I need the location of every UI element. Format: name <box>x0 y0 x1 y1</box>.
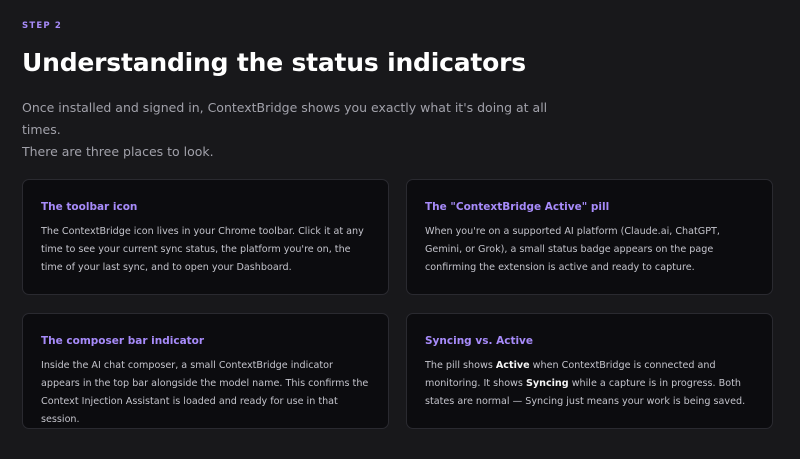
intro-line-2: There are three places to look. <box>22 144 214 159</box>
card-composer-indicator: The composer bar indicator Inside the AI… <box>22 313 389 429</box>
card-title: Syncing vs. Active <box>425 335 534 347</box>
card-body: The pill shows Active when ContextBridge… <box>425 357 754 411</box>
body-text: The pill shows <box>425 360 496 371</box>
card-title: The toolbar icon <box>41 201 138 213</box>
card-body: The ContextBridge icon lives in your Chr… <box>41 226 364 273</box>
intro-line-1: Once installed and signed in, ContextBri… <box>22 100 548 137</box>
card-active-pill: The "ContextBridge Active" pill When you… <box>406 179 773 295</box>
intro-text: Once installed and signed in, ContextBri… <box>22 97 582 163</box>
card-body: Inside the AI chat composer, a small Con… <box>41 360 369 425</box>
card-syncing-vs-active: Syncing vs. Active The pill shows Active… <box>406 313 773 429</box>
card-toolbar-icon: The toolbar icon The ContextBridge icon … <box>22 179 389 295</box>
syncing-state-term: Syncing <box>525 378 569 389</box>
step-label: STEP 2 <box>22 21 63 31</box>
active-state-term: Active <box>495 360 530 371</box>
page-title: Understanding the status indicators <box>22 48 526 77</box>
indicator-cards: The toolbar icon The ContextBridge icon … <box>22 179 773 429</box>
card-title: The composer bar indicator <box>41 335 205 347</box>
page: STEP 2 Understanding the status indicato… <box>0 0 800 459</box>
card-title: The "ContextBridge Active" pill <box>425 201 610 213</box>
card-body: When you're on a supported AI platform (… <box>425 226 720 273</box>
